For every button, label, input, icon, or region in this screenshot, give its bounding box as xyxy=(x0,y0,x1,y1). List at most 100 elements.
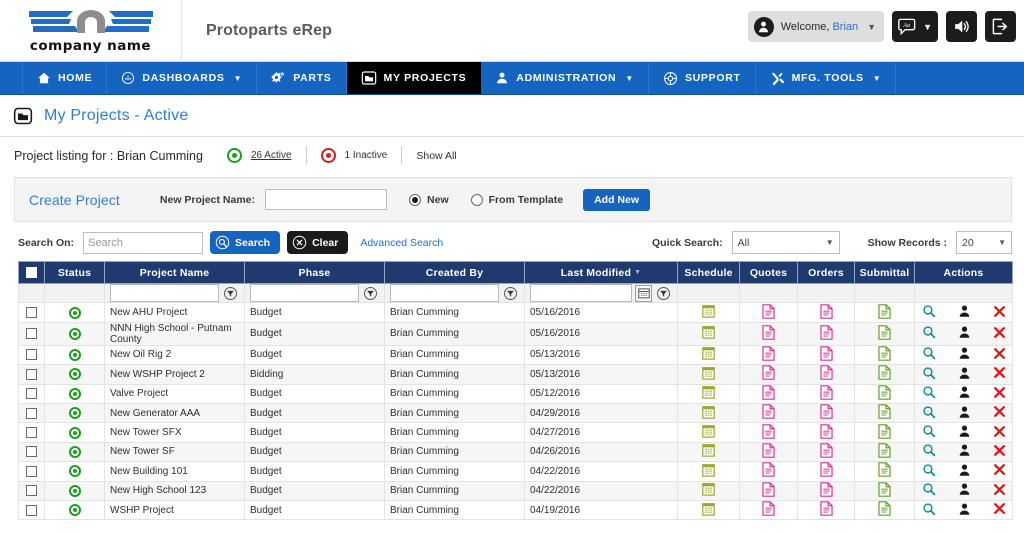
view-magnifier-icon[interactable] xyxy=(922,482,936,499)
nav-item-home[interactable]: HOME xyxy=(22,62,108,94)
user-menu-button[interactable]: Welcome, Brian ▼ xyxy=(747,11,885,42)
row-submittal-cell[interactable] xyxy=(854,422,915,443)
orders-document-icon[interactable] xyxy=(819,462,833,480)
row-project-name[interactable]: NNN High School - Putnam County xyxy=(104,321,245,346)
translate-button[interactable]: Aa ▼ xyxy=(892,11,938,42)
quotes-document-icon[interactable] xyxy=(762,365,775,383)
row-checkbox-cell[interactable] xyxy=(18,302,45,323)
submittal-document-icon[interactable] xyxy=(878,346,891,364)
row-project-name[interactable]: New Building 101 xyxy=(104,461,245,482)
row-checkbox-cell[interactable] xyxy=(18,441,45,463)
row-schedule-cell[interactable] xyxy=(677,422,740,443)
calendar-icon[interactable] xyxy=(702,366,715,383)
table-row[interactable]: New Generator AAA Budget Brian Cumming 04/2… xyxy=(18,402,1013,424)
row-checkbox-cell[interactable] xyxy=(18,364,45,385)
row-quotes-cell[interactable] xyxy=(739,480,798,501)
table-row[interactable]: WSHP Project Budget Brian Cumming 04/19/201… xyxy=(18,499,1013,521)
row-schedule-cell[interactable] xyxy=(677,344,740,366)
row-quotes-cell[interactable] xyxy=(739,321,798,346)
row-orders-cell[interactable] xyxy=(797,499,855,521)
table-row[interactable]: New Oil Rig 2 Budget Brian Cumming 05/13/20… xyxy=(18,344,1013,366)
table-row[interactable]: New AHU Project Budget Brian Cumming 05/16/… xyxy=(18,302,1013,323)
quotes-document-icon[interactable] xyxy=(762,324,775,343)
nav-item-parts[interactable]: PARTS xyxy=(257,62,347,94)
orders-document-icon[interactable] xyxy=(819,324,833,343)
nav-item-support[interactable]: SUPPORT xyxy=(649,62,756,94)
view-magnifier-icon[interactable] xyxy=(922,502,936,519)
calendar-icon[interactable] xyxy=(702,443,715,460)
row-quotes-cell[interactable] xyxy=(739,499,798,521)
quotes-document-icon[interactable] xyxy=(762,404,775,422)
row-submittal-cell[interactable] xyxy=(854,344,915,366)
filter-funnel-icon[interactable] xyxy=(655,285,672,302)
view-magnifier-icon[interactable] xyxy=(922,385,936,402)
delete-x-icon[interactable] xyxy=(993,366,1006,382)
row-submittal-cell[interactable] xyxy=(854,461,915,482)
quotes-document-icon[interactable] xyxy=(762,481,775,500)
search-input[interactable] xyxy=(83,231,204,254)
add-new-button[interactable]: Add New xyxy=(583,188,651,211)
contact-person-icon[interactable] xyxy=(958,304,971,321)
view-magnifier-icon[interactable] xyxy=(922,366,936,383)
row-orders-cell[interactable] xyxy=(797,480,855,501)
row-quotes-cell[interactable] xyxy=(739,461,798,482)
contact-person-icon[interactable] xyxy=(958,366,971,383)
row-schedule-cell[interactable] xyxy=(677,364,740,385)
row-schedule-cell[interactable] xyxy=(677,461,740,482)
submittal-document-icon[interactable] xyxy=(878,481,891,500)
calendar-icon[interactable] xyxy=(702,463,715,480)
table-row[interactable]: Valve Project Budget Brian Cumming 05/12/20… xyxy=(18,383,1013,404)
orders-document-icon[interactable] xyxy=(819,443,833,461)
delete-x-icon[interactable] xyxy=(993,326,1006,342)
sound-button[interactable] xyxy=(946,11,977,42)
row-schedule-cell[interactable] xyxy=(677,499,740,521)
row-submittal-cell[interactable] xyxy=(854,441,915,463)
row-submittal-cell[interactable] xyxy=(854,321,915,346)
radio-new[interactable] xyxy=(409,193,422,206)
quick-search-select[interactable]: All ▼ xyxy=(731,231,840,254)
filter-project-name-input[interactable] xyxy=(110,284,219,303)
row-quotes-cell[interactable] xyxy=(739,364,798,385)
quotes-document-icon[interactable] xyxy=(762,501,775,519)
row-orders-cell[interactable] xyxy=(797,422,855,443)
contact-person-icon[interactable] xyxy=(958,482,971,499)
quotes-document-icon[interactable] xyxy=(762,346,775,364)
row-schedule-cell[interactable] xyxy=(677,441,740,463)
header-phase[interactable]: Phase xyxy=(244,261,385,284)
row-schedule-cell[interactable] xyxy=(677,480,740,501)
row-project-name[interactable]: New Tower SF xyxy=(104,441,245,463)
row-schedule-cell[interactable] xyxy=(677,383,740,404)
filter-funnel-icon[interactable] xyxy=(502,285,519,302)
row-checkbox-cell[interactable] xyxy=(18,344,45,366)
show-records-select[interactable]: 20 ▼ xyxy=(956,231,1012,254)
delete-x-icon[interactable] xyxy=(993,386,1006,402)
row-checkbox-cell[interactable] xyxy=(18,499,45,521)
header-select-all[interactable] xyxy=(18,261,45,284)
submittal-document-icon[interactable] xyxy=(878,423,891,442)
calendar-icon[interactable] xyxy=(702,304,715,321)
row-project-name[interactable]: New Generator AAA xyxy=(104,402,245,424)
row-quotes-cell[interactable] xyxy=(739,344,798,366)
view-magnifier-icon[interactable] xyxy=(922,405,936,422)
inactive-count-label[interactable]: 1 Inactive xyxy=(345,150,388,161)
row-orders-cell[interactable] xyxy=(797,321,855,346)
filter-funnel-icon[interactable] xyxy=(362,285,379,302)
header-project-name[interactable]: Project Name xyxy=(104,261,245,284)
table-row[interactable]: New Building 101 Budget Brian Cumming 04/22… xyxy=(18,461,1013,482)
calendar-icon[interactable] xyxy=(702,405,715,422)
delete-x-icon[interactable] xyxy=(993,502,1006,518)
view-magnifier-icon[interactable] xyxy=(922,443,936,460)
delete-x-icon[interactable] xyxy=(993,347,1006,363)
header-quotes[interactable]: Quotes xyxy=(739,261,798,284)
clear-button[interactable]: Clear xyxy=(287,231,349,254)
orders-document-icon[interactable] xyxy=(819,423,833,442)
filter-created-by-input[interactable] xyxy=(390,284,499,303)
row-checkbox-cell[interactable] xyxy=(18,422,45,443)
contact-person-icon[interactable] xyxy=(958,385,971,402)
submittal-document-icon[interactable] xyxy=(878,404,891,422)
filter-last-modified-input[interactable] xyxy=(530,284,632,303)
row-checkbox[interactable] xyxy=(26,446,37,458)
contact-person-icon[interactable] xyxy=(958,325,971,342)
company-logo[interactable]: company name xyxy=(0,0,182,62)
row-schedule-cell[interactable] xyxy=(677,321,740,346)
